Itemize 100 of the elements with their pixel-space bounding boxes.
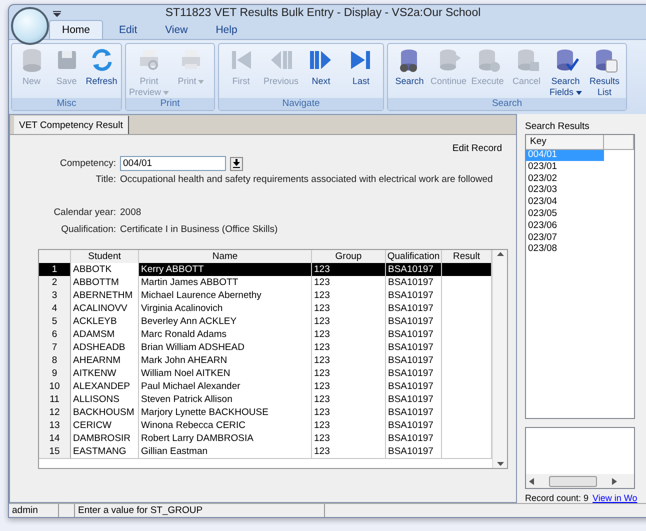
list-item[interactable]: 023/06 <box>526 220 604 232</box>
row-number[interactable]: 15 <box>39 445 71 459</box>
row-number[interactable]: 11 <box>39 393 71 407</box>
list-item[interactable]: 023/03 <box>526 184 604 196</box>
table-cell: BSA10197 <box>386 354 442 368</box>
ribbon-tab[interactable]: Edit <box>107 20 150 39</box>
group-label: Navigate <box>219 98 383 110</box>
table-cell[interactable] <box>442 276 492 290</box>
table-cell: BSA10197 <box>386 302 442 316</box>
list-item[interactable]: 023/01 <box>526 160 604 173</box>
table-cell[interactable] <box>442 445 492 459</box>
ribbon-button[interactable]: Refresh <box>85 46 118 98</box>
table-cell: Paul Michael Alexander <box>139 380 312 394</box>
row-number[interactable]: 12 <box>39 406 71 420</box>
ribbon-tab[interactable]: View <box>153 20 200 39</box>
ribbon-button[interactable]: Search <box>391 46 428 98</box>
list-item[interactable]: 023/07 <box>526 232 604 244</box>
table-cell: BSA10197 <box>386 406 442 420</box>
table-cell: Brian William ADSHEAD <box>139 341 312 355</box>
table-cell: 123 <box>312 341 386 355</box>
table-cell: ABBOTK <box>71 263 139 277</box>
document-tab[interactable]: VET Competency Result <box>14 116 129 134</box>
row-number[interactable]: 6 <box>39 328 71 342</box>
view-link[interactable]: View in Wo <box>592 493 638 503</box>
column-header[interactable]: Student <box>71 250 139 264</box>
vertical-scrollbar[interactable] <box>492 250 507 468</box>
ribbon-tab[interactable]: Help <box>204 20 250 39</box>
corner-cell <box>39 250 71 264</box>
table-cell: ACKLEYB <box>71 315 139 329</box>
table-cell: 123 <box>312 432 386 446</box>
row-number[interactable]: 2 <box>39 276 71 290</box>
table-cell: 123 <box>312 419 386 433</box>
table-cell: 123 <box>312 289 386 303</box>
table-cell: ALEXANDEP <box>71 380 139 394</box>
row-number[interactable]: 5 <box>39 315 71 329</box>
table-cell: BACKHOUSM <box>71 406 139 420</box>
table-cell: Kerry ABBOTT <box>139 263 312 277</box>
field-label: Qualification: <box>60 224 116 235</box>
table-cell: 123 <box>312 302 386 316</box>
row-number[interactable]: 4 <box>39 302 71 316</box>
ribbon-button[interactable]: Results List <box>586 46 623 98</box>
scroll-up-icon[interactable] <box>496 250 504 258</box>
ribbon-tab[interactable]: Home <box>49 20 104 39</box>
table-cell[interactable] <box>442 263 492 277</box>
column-header[interactable]: Name <box>139 250 312 264</box>
mode-label: Edit Record <box>452 143 502 154</box>
qualification-value: Certificate I in Business (Office Skills) <box>120 224 278 235</box>
application-orb[interactable] <box>11 7 49 45</box>
competency-field[interactable]: 004/01 <box>120 156 226 171</box>
row-number[interactable]: 7 <box>39 341 71 355</box>
column-header[interactable]: Group <box>312 250 386 264</box>
table-cell: Gillian Eastman <box>139 445 312 459</box>
panel-title: Search Results <box>525 121 590 132</box>
column-header[interactable]: Qualification <box>386 250 442 264</box>
list-item[interactable]: 023/08 <box>526 243 604 256</box>
table-cell: BSA10197 <box>386 432 442 446</box>
group-label: Misc <box>12 98 121 110</box>
table-cell: 123 <box>312 315 386 329</box>
column-header[interactable]: Key <box>526 135 604 150</box>
ribbon-button[interactable]: Next <box>302 46 340 98</box>
table-cell: BSA10197 <box>386 419 442 433</box>
row-number[interactable]: 9 <box>39 367 71 381</box>
status-message: Enter a value for ST_GROUP <box>75 504 325 517</box>
scroll-left-icon[interactable] <box>529 478 534 484</box>
table-cell: Martin James ABBOTT <box>139 276 312 290</box>
dropdown-icon[interactable] <box>53 11 61 17</box>
table-cell: William Noel AITKEN <box>139 367 312 381</box>
table-cell: BSA10197 <box>386 328 442 342</box>
field-label: Calendar year: <box>52 207 116 218</box>
row-number[interactable]: 10 <box>39 380 71 394</box>
table-cell: DAMBROSIR <box>71 432 139 446</box>
user-pane: admin <box>9 504 59 517</box>
row-number[interactable]: 1 <box>39 263 71 277</box>
horizontal-scrollbar[interactable] <box>526 474 634 488</box>
row-number[interactable]: 3 <box>39 289 71 303</box>
scroll-right-icon[interactable] <box>612 478 617 484</box>
table-cell: 123 <box>312 354 386 368</box>
table-cell: Robert Larry DAMBROSIA <box>139 432 312 446</box>
table-cell: BSA10197 <box>386 289 442 303</box>
column-header[interactable]: Result <box>442 250 492 264</box>
row-number[interactable]: 8 <box>39 354 71 368</box>
lookup-button[interactable] <box>230 156 243 170</box>
table-cell: CERICW <box>71 419 139 433</box>
list-item[interactable]: 023/05 <box>526 208 604 220</box>
title-value: Occupational health and safety requirements associated with electrical work are followed <box>120 174 493 185</box>
list-item[interactable]: 023/02 <box>526 172 604 184</box>
list-item[interactable]: 023/04 <box>526 196 604 208</box>
ribbon-button[interactable]: Last <box>342 46 380 98</box>
scroll-down-icon[interactable] <box>496 460 504 468</box>
table-cell: 123 <box>312 328 386 342</box>
table-cell: ADSHEADB <box>71 341 139 355</box>
table-cell: AHEARNM <box>71 354 139 368</box>
row-number[interactable]: 13 <box>39 419 71 433</box>
table-cell: 123 <box>312 380 386 394</box>
table-cell: 123 <box>312 445 386 459</box>
table-cell: Beverley Ann ACKLEY <box>139 315 312 329</box>
table-cell: Mark John AHEARN <box>139 354 312 368</box>
ribbon-button[interactable]: Search Fields <box>547 46 584 98</box>
table-cell: BSA10197 <box>386 445 442 459</box>
row-number[interactable]: 14 <box>39 432 71 446</box>
